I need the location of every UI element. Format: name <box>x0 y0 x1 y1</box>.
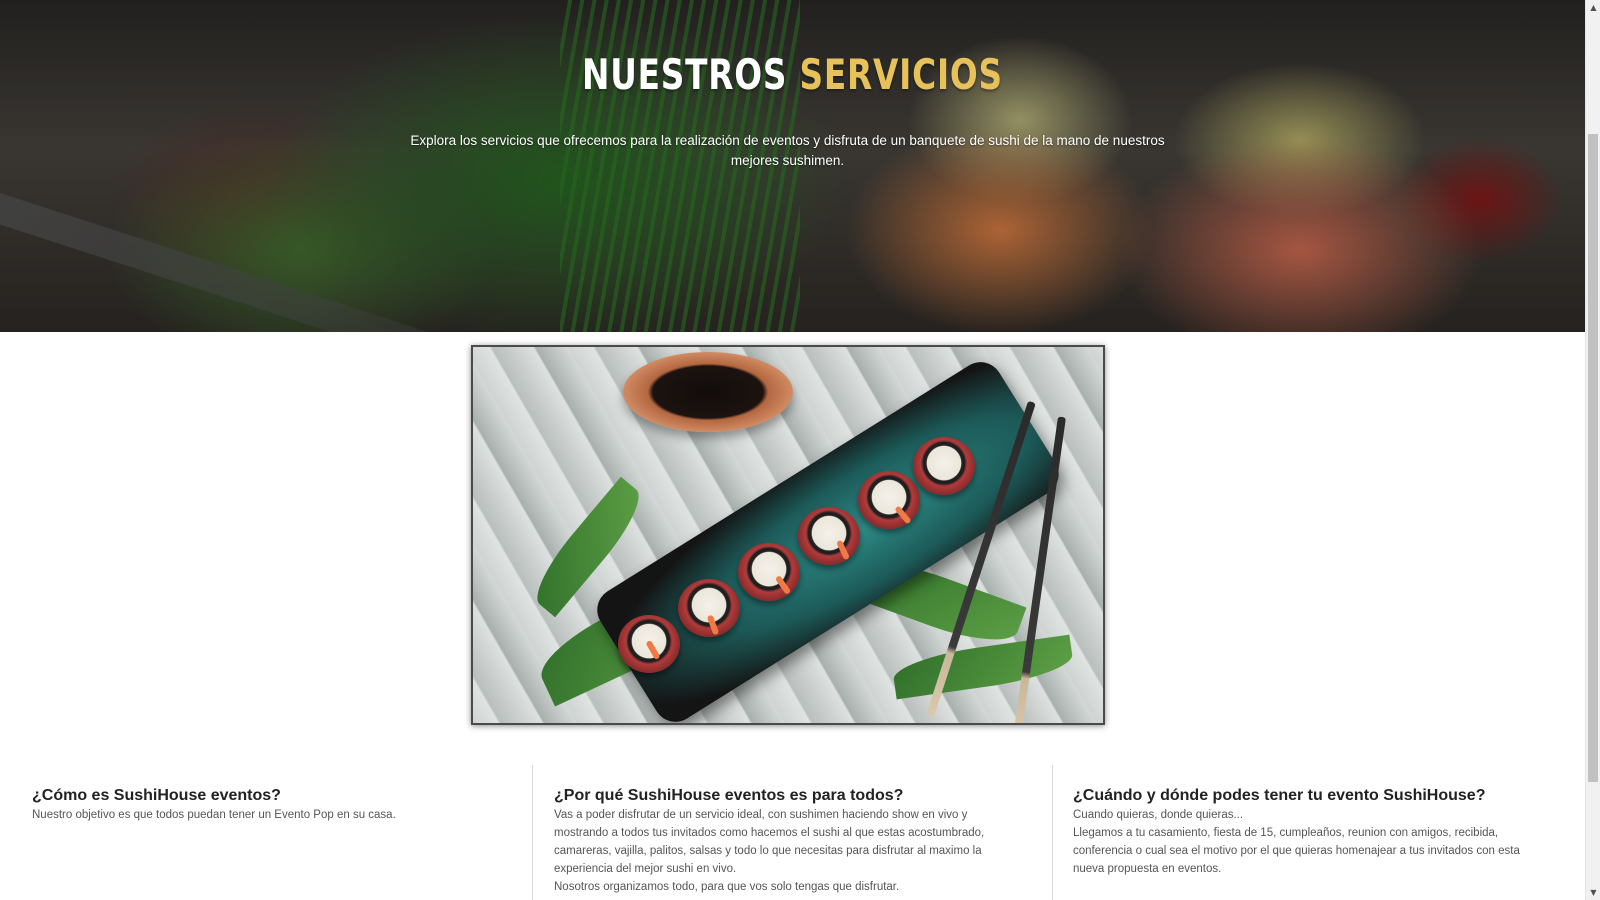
info-column-heading: ¿Cuándo y dónde podes tener tu evento Su… <box>1073 787 1486 804</box>
hero-description: Explora los servicios que ofrecemos para… <box>410 133 1165 168</box>
info-column-text: Llegamos a tu casamiento, fiesta de 15, … <box>1073 827 1520 875</box>
hero-banner: NUESTROS SERVICIOS Explora los servicios… <box>0 0 1585 332</box>
scroll-down-icon[interactable]: ▼ <box>1586 885 1600 900</box>
info-column-how: ¿Cómo es SushiHouse eventos? Nuestro obj… <box>0 765 532 900</box>
info-column-heading: ¿Por qué SushiHouse eventos es para todo… <box>554 787 904 804</box>
info-columns: ¿Cómo es SushiHouse eventos? Nuestro obj… <box>0 765 1585 900</box>
services-page: NUESTROS SERVICIOS Explora los servicios… <box>0 0 1585 900</box>
feature-image-roll <box>678 579 740 637</box>
page-title: NUESTROS SERVICIOS <box>174 50 1410 99</box>
scroll-up-icon[interactable]: ▲ <box>1586 0 1600 15</box>
info-column-text: Vas a poder disfrutar de un servicio ide… <box>554 809 985 875</box>
info-column-text: Cuando quieras, donde quieras... <box>1073 809 1244 821</box>
feature-image-roll <box>738 543 800 601</box>
feature-image-leaf <box>891 634 1075 700</box>
feature-image-roll <box>798 507 860 565</box>
scrollbar-thumb[interactable] <box>1588 134 1598 782</box>
feature-image-soy-bowl <box>623 352 793 432</box>
info-column-heading: ¿Cómo es SushiHouse eventos? <box>32 787 281 804</box>
info-column-text: Nosotros organizamos todo, para que vos … <box>554 881 900 893</box>
vertical-scrollbar[interactable]: ▲ ▼ <box>1585 0 1600 900</box>
feature-image <box>471 345 1105 725</box>
info-column-text: Nuestro objetivo es que todos puedan ten… <box>32 809 396 821</box>
feature-image-roll <box>913 437 975 495</box>
page-title-accent: SERVICIOS <box>799 50 1003 99</box>
page-title-main: NUESTROS <box>582 50 788 99</box>
info-column-when-where: ¿Cuándo y dónde podes tener tu evento Su… <box>1052 765 1585 900</box>
info-column-why: ¿Por qué SushiHouse eventos es para todo… <box>532 765 1052 900</box>
